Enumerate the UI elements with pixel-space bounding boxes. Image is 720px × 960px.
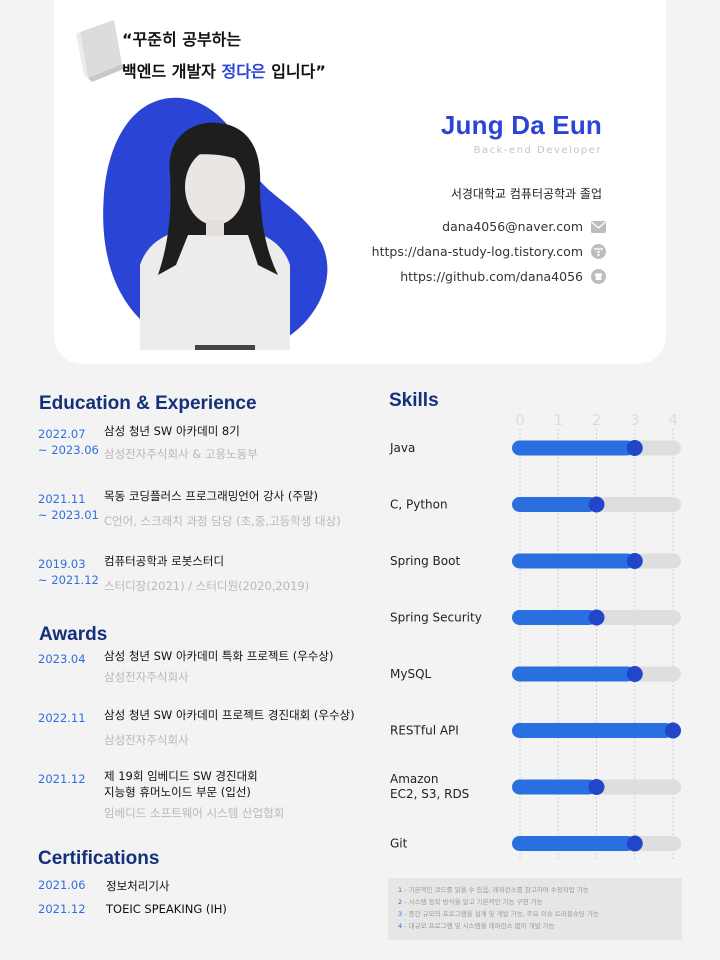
skill-knob bbox=[588, 779, 605, 795]
skill-label: Spring Boot bbox=[390, 554, 460, 568]
legend-item: 2 - 시스템 동작 방식을 알고 기본적인 기능 구현 가능 bbox=[398, 898, 543, 906]
skills-legend: 1 - 기본적인 코드를 읽을 수 있음, 레퍼런스를 참고하여 수정작업 가능… bbox=[388, 878, 682, 940]
skill-bar bbox=[512, 723, 673, 738]
legend-item: 4 - 대규모 프로그램 및 시스템을 레퍼런스 없이 개발 가능 bbox=[398, 922, 555, 930]
entry-title: 컴퓨터공학과 로봇스터디 bbox=[104, 554, 225, 568]
contact-text[interactable]: dana4056@naver.com bbox=[442, 219, 583, 234]
skill-knob bbox=[626, 440, 643, 456]
cert-name: TOEIC SPEAKING (IH) bbox=[106, 902, 227, 916]
entry-date: 2023.04 bbox=[38, 652, 86, 666]
contact-text[interactable]: https://dana-study-log.tistory.com bbox=[372, 244, 583, 259]
entry-date: 2021.11 ~ 2023.01 bbox=[38, 492, 99, 522]
skill-label: Git bbox=[390, 837, 408, 851]
skill-knob bbox=[626, 666, 643, 682]
skill-label: RESTful API bbox=[390, 724, 459, 738]
cert-date: 2021.06 bbox=[38, 878, 86, 892]
entry-subtitle: 삼성전자주식회사 bbox=[104, 670, 189, 684]
entry-title: 목동 코딩플러스 프로그래밍언어 강사 (주말) bbox=[104, 489, 319, 503]
quote-line-2: 백엔드 개발자 정다은 입니다” bbox=[122, 62, 326, 81]
x-tick-label: 1 bbox=[553, 411, 563, 429]
contact-email[interactable]: dana4056@naver.com bbox=[442, 219, 606, 234]
entry-date: 2019.03 ~ 2021.12 bbox=[38, 557, 99, 587]
skill-bar bbox=[512, 553, 635, 569]
entry-title: 삼성 청년 SW 아카데미 특화 프로젝트 (우수상) bbox=[104, 649, 334, 663]
github-icon bbox=[591, 269, 606, 284]
skill-knob bbox=[588, 609, 605, 626]
certifications-section-title: Certifications bbox=[38, 848, 160, 869]
entry-subtitle: 임베디드 소프트웨어 시스템 산업협회 bbox=[104, 806, 285, 820]
contact-github[interactable]: https://github.com/dana4056 bbox=[400, 269, 606, 284]
x-tick-label: 3 bbox=[630, 411, 640, 429]
job-role: Back-end Developer bbox=[473, 145, 602, 156]
skill-bar bbox=[512, 666, 635, 682]
skill-bar bbox=[512, 610, 597, 625]
headline-quote: “꾸준히 공부하는 백엔드 개발자 정다은 입니다” bbox=[122, 24, 326, 88]
entry-date: 2022.11 bbox=[38, 711, 86, 725]
skill-label: Java bbox=[389, 441, 415, 455]
skill-bar bbox=[512, 836, 635, 851]
contact-text[interactable]: https://github.com/dana4056 bbox=[400, 269, 583, 284]
skill-label: MySQL bbox=[390, 667, 432, 681]
skill-knob bbox=[626, 553, 643, 569]
legend-item: 3 - 중간 규모의 프로그램을 설계 및 개발 가능, 주요 이슈 트러블슈팅… bbox=[398, 910, 599, 918]
quote-line-1: “꾸준히 공부하는 bbox=[122, 30, 242, 49]
education-section-title: Education & Experience bbox=[39, 393, 257, 414]
entry-subtitle: C언어, 스크래치 과정 담당 (초,중,고등학생 대상) bbox=[104, 514, 341, 528]
legend-item: 1 - 기본적인 코드를 읽을 수 있음, 레퍼런스를 참고하여 수정작업 가능 bbox=[398, 886, 589, 894]
skill-bar bbox=[512, 497, 597, 512]
entry-subtitle: 삼성전자주식회사 & 고용노동부 bbox=[104, 447, 258, 461]
x-tick-label: 4 bbox=[668, 411, 678, 429]
entry-date: 2022.07 ~ 2023.06 bbox=[38, 427, 99, 457]
quote-highlight: 정다은 bbox=[221, 62, 266, 81]
cert-name: 정보처리기사 bbox=[106, 879, 170, 893]
skill-bar bbox=[512, 779, 597, 795]
entry-date: 2021.12 bbox=[38, 772, 86, 786]
awards-section-title: Awards bbox=[39, 624, 108, 645]
skill-label: Amazon EC2, S3, RDS bbox=[390, 772, 469, 801]
skill-knob bbox=[588, 496, 605, 513]
entry-title: 삼성 청년 SW 아카데미 8기 bbox=[104, 424, 240, 438]
skill-knob bbox=[665, 722, 681, 739]
mail-icon bbox=[591, 219, 606, 234]
x-tick-label: 0 bbox=[515, 411, 525, 429]
skill-label: C, Python bbox=[390, 498, 448, 512]
profile-photo bbox=[140, 122, 290, 350]
entry-subtitle: 스터디장(2021) / 스터디원(2020,2019) bbox=[104, 579, 310, 593]
skill-knob bbox=[626, 835, 643, 852]
entry-subtitle: 삼성전자주식회사 bbox=[104, 733, 189, 747]
cert-date: 2021.12 bbox=[38, 902, 86, 916]
skill-bar bbox=[512, 440, 635, 456]
skill-label: Spring Security bbox=[390, 611, 482, 625]
education-summary: 서경대학교 컴퓨터공학과 졸업 bbox=[450, 187, 602, 201]
entry-title: 제 19회 임베디드 SW 경진대회 지능형 휴머노이드 부문 (입선) bbox=[104, 769, 258, 799]
tistory-icon bbox=[591, 244, 606, 259]
entry-title: 삼성 청년 SW 아카데미 프로젝트 경진대회 (우수상) bbox=[104, 708, 355, 722]
x-tick-label: 2 bbox=[592, 411, 602, 429]
contact-blog[interactable]: https://dana-study-log.tistory.com bbox=[372, 244, 606, 259]
full-name: Jung Da Eun bbox=[440, 110, 602, 140]
skills-chart: 0 1 2 3 4 Java C, Python Spring Boot Spring Secu… bbox=[389, 411, 681, 860]
